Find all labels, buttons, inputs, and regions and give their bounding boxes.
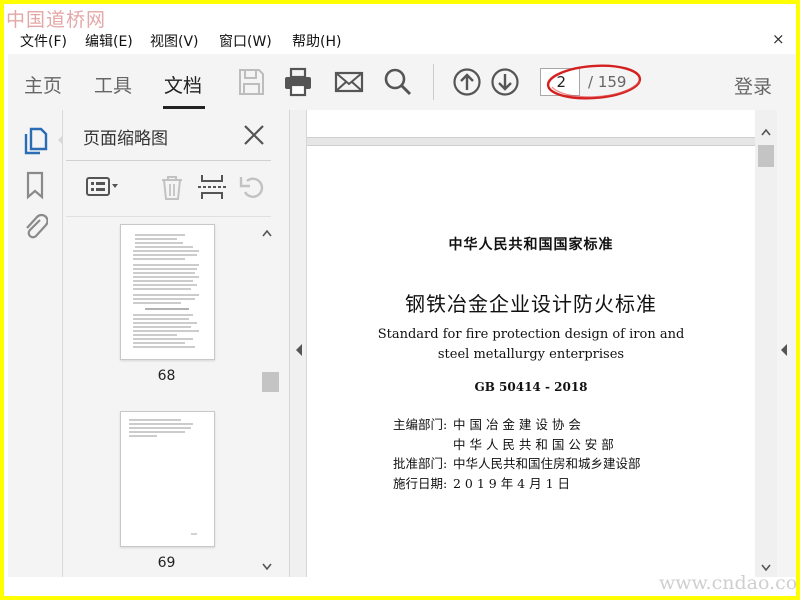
page-thumbnails-icon[interactable] xyxy=(22,126,48,156)
meta-value-approver: 中华人民共和国住房和城乡建设部 xyxy=(453,456,641,471)
previous-page-bottom xyxy=(307,110,755,138)
scrollbar-arrows[interactable] xyxy=(755,110,777,577)
app-window: 中国道桥网 文件(F) 编辑(E) 视图(V) 窗口(W) 帮助(H) × 主页… xyxy=(0,0,800,600)
standard-name-english-line2: steel metallurgy enterprises xyxy=(437,347,625,362)
document-scrollbar-thumb[interactable] xyxy=(758,145,774,167)
standard-name-chinese: 钢铁冶金企业设计防火标准 xyxy=(405,292,657,316)
thumbnail-scrollbar-thumb[interactable] xyxy=(262,372,279,392)
search-icon[interactable] xyxy=(382,66,414,98)
page-thumbnails-panel: 页面缩略图 68 69 xyxy=(63,110,290,577)
meta-value-editor: 中 国 冶 金 建 设 协 会 xyxy=(453,417,581,432)
panel-divider xyxy=(66,160,271,161)
document-page: 中华人民共和国国家标准 钢铁冶金企业设计防火标准 Standard for fi… xyxy=(307,145,755,586)
menu-view[interactable]: 视图(V) xyxy=(150,31,199,51)
page-up-icon[interactable] xyxy=(451,66,483,98)
save-icon[interactable] xyxy=(235,66,267,98)
close-panel-icon[interactable] xyxy=(241,122,267,148)
menu-bar: 文件(F) 编辑(E) 视图(V) 窗口(W) 帮助(H) × xyxy=(8,28,796,52)
watermark-bottom: www.cndao.com xyxy=(659,572,800,594)
thumbnail-page-68[interactable] xyxy=(120,224,215,360)
panel-divider-2 xyxy=(66,216,271,217)
bookmark-icon[interactable] xyxy=(22,170,48,200)
meta-label-approver: 批准部门: xyxy=(393,456,448,471)
standard-name-english-line1: Standard for fire protection design of i… xyxy=(377,327,685,342)
tab-home[interactable]: 主页 xyxy=(24,71,62,98)
meta-value-effective-date: 2 0 1 9 年 4 月 1 日 xyxy=(453,476,571,491)
insert-page-icon[interactable] xyxy=(195,172,229,202)
right-panel-strip[interactable] xyxy=(777,110,796,577)
panel-title: 页面缩略图 xyxy=(83,129,168,149)
standard-code: GB 50414 - 2018 xyxy=(474,380,588,394)
document-scrollbar[interactable] xyxy=(755,110,777,577)
thumbnail-page-69[interactable] xyxy=(120,411,215,547)
attachment-icon[interactable] xyxy=(22,212,48,242)
toolbar-separator xyxy=(433,64,434,100)
thumbnail-text-lines xyxy=(133,234,199,348)
tab-document[interactable]: 文档 xyxy=(164,71,202,98)
red-annotation-ellipse xyxy=(546,64,642,100)
collapse-arrow-icon[interactable] xyxy=(292,340,308,360)
thumbnail-label-69: 69 xyxy=(157,555,176,571)
meta-label-effective-date: 施行日期: xyxy=(393,476,448,491)
standard-heading: 中华人民共和国国家标准 xyxy=(448,237,614,253)
delete-icon[interactable] xyxy=(155,172,189,202)
options-menu-icon[interactable] xyxy=(85,172,119,202)
toolbar: 主页 工具 文档 2 / 159 登录 xyxy=(8,54,796,111)
print-icon[interactable] xyxy=(282,66,314,98)
thumbnail-scrollbar[interactable] xyxy=(260,225,274,575)
email-icon[interactable] xyxy=(333,66,365,98)
close-icon[interactable]: × xyxy=(772,30,785,48)
menu-edit[interactable]: 编辑(E) xyxy=(85,31,133,51)
meta-label-editor: 主编部门: xyxy=(393,417,448,432)
panel-collapse-strip[interactable] xyxy=(290,110,307,577)
thumbnail-label-68: 68 xyxy=(157,368,176,384)
login-button[interactable]: 登录 xyxy=(734,72,772,99)
menu-help[interactable]: 帮助(H) xyxy=(292,31,341,51)
active-tab-indicator xyxy=(163,106,205,109)
tab-tools[interactable]: 工具 xyxy=(94,71,132,98)
thumbnail-text-lines xyxy=(129,419,197,535)
page-down-icon[interactable] xyxy=(489,66,521,98)
document-view: 中华人民共和国国家标准 钢铁冶金企业设计防火标准 Standard for fi… xyxy=(307,110,755,586)
expand-right-panel-icon[interactable] xyxy=(777,340,793,360)
left-navigation-rail xyxy=(8,110,66,577)
menu-window[interactable]: 窗口(W) xyxy=(219,31,272,51)
meta-value-coeditor: 中 华 人 民 共 和 国 公 安 部 xyxy=(453,437,614,452)
undo-icon[interactable] xyxy=(235,172,269,202)
menu-file[interactable]: 文件(F) xyxy=(20,31,67,51)
